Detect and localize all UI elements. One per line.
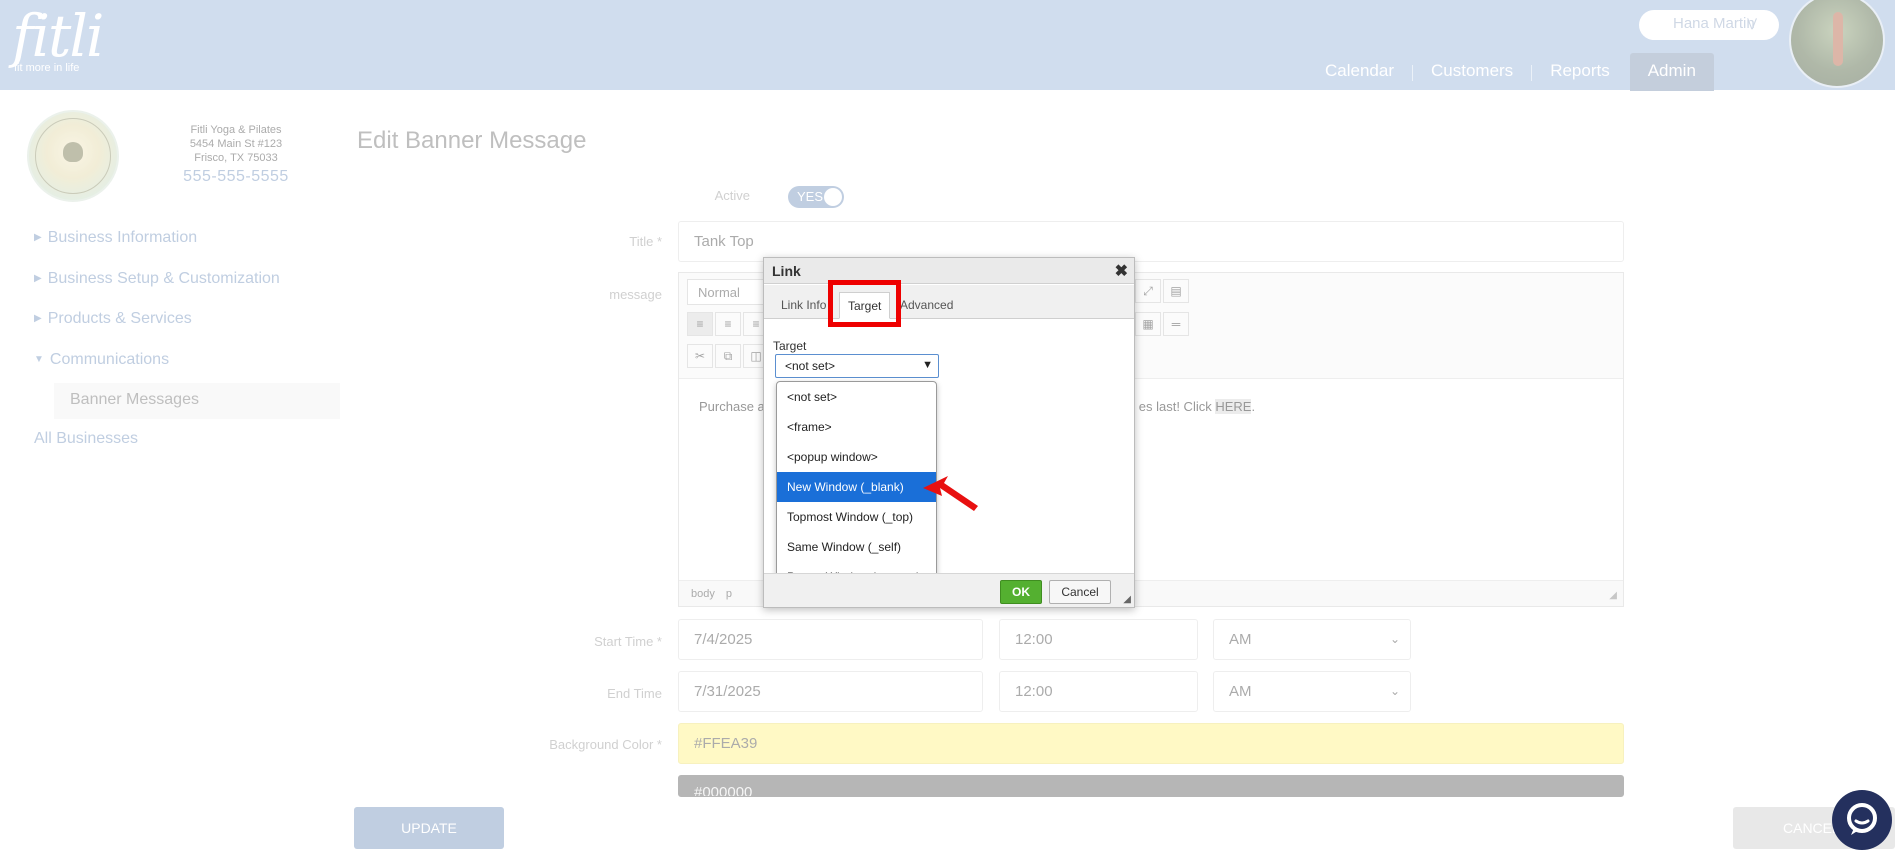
option-same-window-self[interactable]: Same Window (_self) — [777, 532, 936, 562]
target-label: Target — [773, 339, 807, 353]
option-new-window-blank[interactable]: New Window (_blank) — [777, 472, 936, 502]
tab-link-info[interactable]: Link Info — [773, 292, 834, 319]
target-dropdown-list: <not set> <frame> <popup window> New Win… — [776, 381, 937, 591]
chat-launcher[interactable] — [1832, 790, 1892, 850]
dialog-cancel-button[interactable]: Cancel — [1049, 580, 1111, 604]
close-icon[interactable]: ✖ — [1115, 261, 1128, 281]
target-select[interactable]: <not set> ▼ — [775, 354, 939, 378]
resize-grip-icon[interactable]: ◢ — [1123, 594, 1131, 605]
chevron-down-icon: ▼ — [922, 359, 933, 371]
dialog-footer: OK Cancel ◢ — [764, 573, 1134, 607]
ok-button[interactable]: OK — [1000, 580, 1042, 604]
tab-advanced[interactable]: Advanced — [892, 292, 961, 319]
target-select-value: <not set> — [785, 359, 836, 373]
chat-bubble-icon — [1847, 803, 1877, 835]
dialog-title-text: Link — [772, 263, 801, 279]
dialog-tabs: Link Info Target Advanced — [764, 285, 1134, 319]
option-frame[interactable]: <frame> — [777, 412, 936, 442]
dialog-title: Link ✖ — [764, 258, 1134, 284]
option-popup-window[interactable]: <popup window> — [777, 442, 936, 472]
annotation-highlight-box — [828, 280, 901, 327]
annotation-arrow-icon — [923, 476, 978, 511]
option-topmost-window-top[interactable]: Topmost Window (_top) — [777, 502, 936, 532]
option-not-set[interactable]: <not set> — [777, 382, 936, 412]
link-dialog: Link ✖ Link Info Target Advanced Target … — [763, 257, 1135, 608]
